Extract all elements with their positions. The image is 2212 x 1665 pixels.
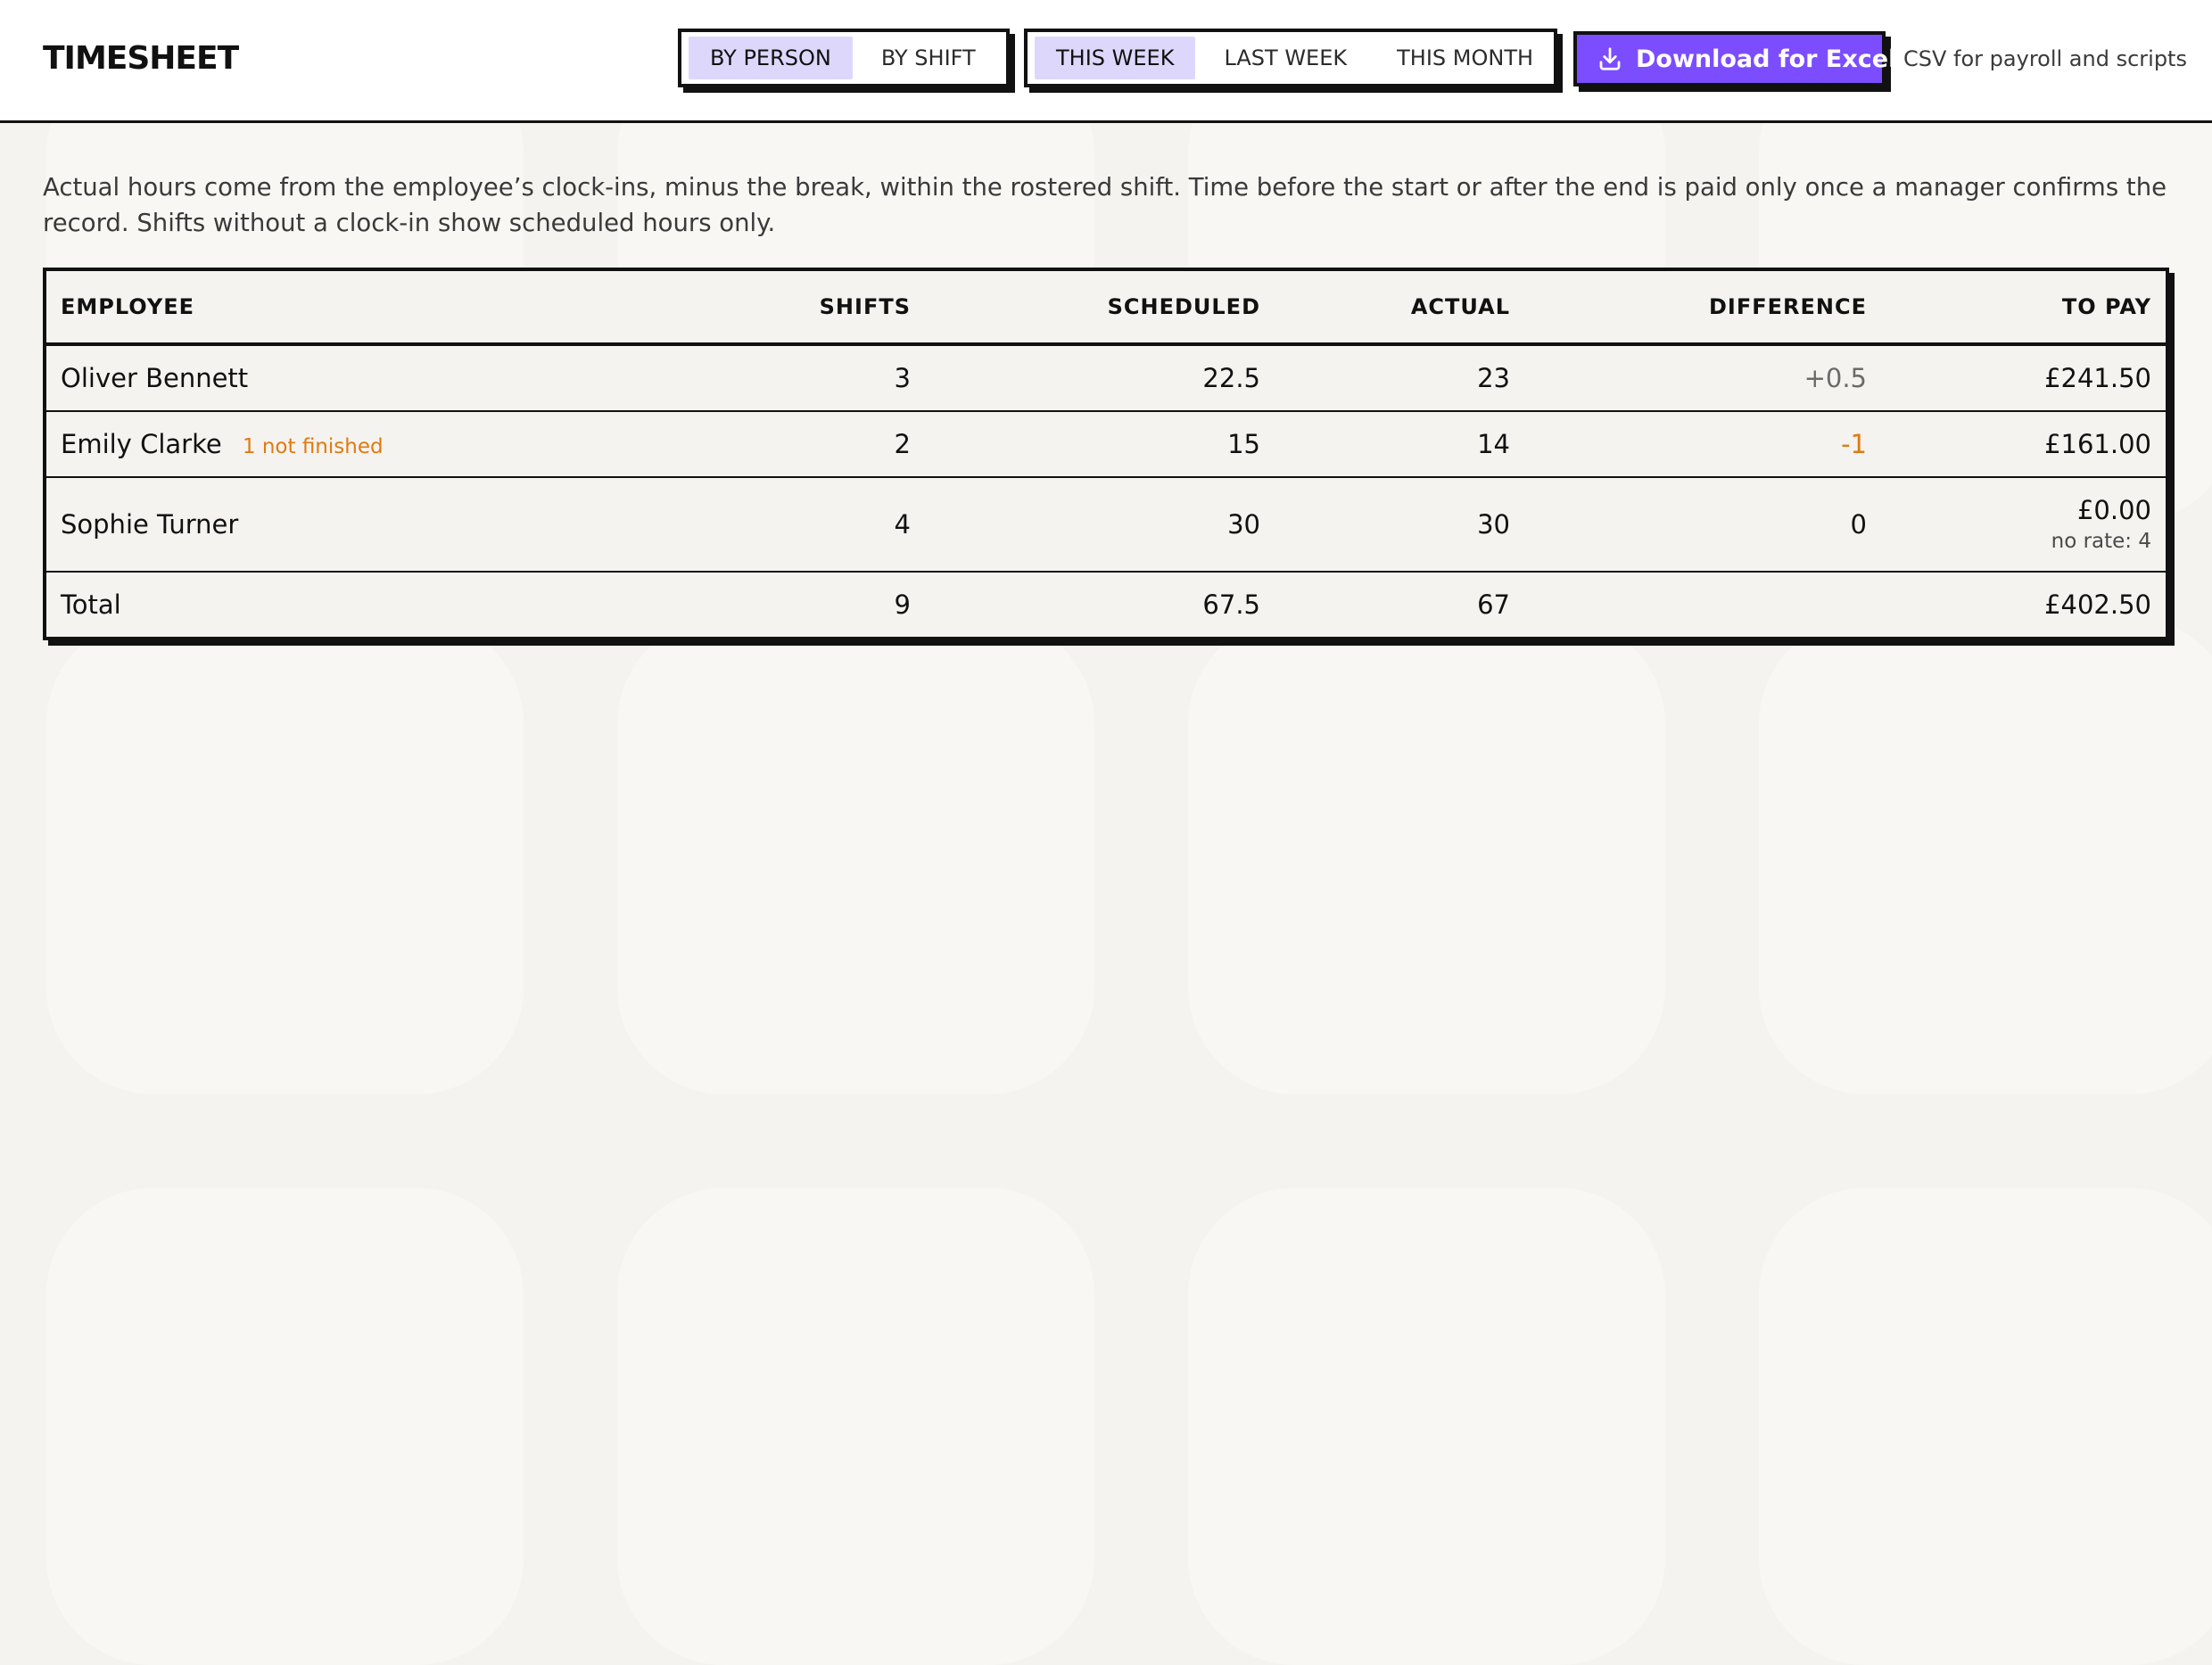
shifts-cell: 2 xyxy=(675,410,925,477)
period-last-week-button[interactable]: LAST WEEK xyxy=(1202,37,1368,79)
total-actual: 67 xyxy=(1275,571,1524,637)
actual-cell: 30 xyxy=(1275,476,1524,572)
employee-cell: Emily Clarke 1 not finished xyxy=(46,410,675,477)
actual-cell: 14 xyxy=(1275,410,1524,477)
to-pay-cell: £241.50 xyxy=(2044,363,2151,393)
no-rate-note: no rate: 4 xyxy=(2051,530,2151,553)
table-row[interactable]: Oliver Bennett 3 22.5 23 +0.5 £241.50 xyxy=(46,344,2166,411)
employee-name: Emily Clarke xyxy=(61,429,222,459)
to-pay-cell: £161.00 xyxy=(1881,410,2166,477)
scheduled-cell: 15 xyxy=(925,410,1275,477)
employee-cell: Oliver Bennett xyxy=(46,344,675,411)
employee-name: Sophie Turner xyxy=(61,509,239,540)
total-shifts: 9 xyxy=(675,571,925,637)
total-scheduled: 67.5 xyxy=(925,571,1275,637)
table-row[interactable]: Sophie Turner 4 30 30 0 £0.00 no rate: 4 xyxy=(46,476,2166,572)
view-by-person-button[interactable]: BY PERSON xyxy=(689,37,853,79)
period-this-month-button[interactable]: THIS MONTH xyxy=(1375,37,1555,79)
difference-cell: 0 xyxy=(1524,476,1881,572)
total-to-pay: £402.50 xyxy=(1881,571,2166,637)
download-hint: CSV for payroll and scripts xyxy=(1903,46,2187,71)
column-header-employee[interactable]: EMPLOYEE xyxy=(46,271,675,346)
column-header-shifts[interactable]: SHIFTS xyxy=(675,271,925,346)
download-excel-button[interactable]: Download for Excel xyxy=(1573,31,1896,87)
table-header-row: EMPLOYEE SHIFTS SCHEDULED ACTUAL DIFFERE… xyxy=(46,271,2166,346)
view-toggle: BY PERSON BY SHIFT xyxy=(678,29,1010,87)
scheduled-cell: 22.5 xyxy=(1202,363,1260,393)
total-label: Total xyxy=(46,571,675,637)
shifts-cell: 4 xyxy=(675,476,925,572)
column-header-actual[interactable]: ACTUAL xyxy=(1275,271,1524,346)
to-pay-amount: £0.00 xyxy=(2076,495,2151,525)
download-icon xyxy=(1597,45,1623,72)
difference-cell: -1 xyxy=(1524,410,1881,477)
not-finished-badge: 1 not finished xyxy=(242,435,384,458)
employee-cell: Sophie Turner xyxy=(46,476,675,572)
column-header-to-pay[interactable]: TO PAY xyxy=(1881,271,2166,346)
to-pay-cell: £0.00 no rate: 4 xyxy=(1881,476,2166,572)
top-bar: TIMESHEET BY PERSON BY SHIFT THIS WEEK L… xyxy=(0,0,2212,123)
actual-cell: 23 xyxy=(1477,363,1510,393)
period-toggle: THIS WEEK LAST WEEK THIS MONTH xyxy=(1024,29,1557,87)
shifts-cell: 3 xyxy=(894,363,911,393)
page-title: TIMESHEET xyxy=(43,40,239,77)
column-header-scheduled[interactable]: SCHEDULED xyxy=(925,271,1275,346)
difference-cell: +0.5 xyxy=(1803,363,1867,393)
table-row[interactable]: Emily Clarke 1 not finished 2 15 14 -1 £… xyxy=(46,410,2166,477)
employee-name: Oliver Bennett xyxy=(61,363,249,393)
scheduled-cell: 30 xyxy=(925,476,1275,572)
period-this-week-button[interactable]: THIS WEEK xyxy=(1035,37,1196,79)
timesheet-table: EMPLOYEE SHIFTS SCHEDULED ACTUAL DIFFERE… xyxy=(43,268,2169,640)
view-by-shift-button[interactable]: BY SHIFT xyxy=(860,37,997,79)
column-header-difference[interactable]: DIFFERENCE xyxy=(1524,271,1881,346)
total-difference xyxy=(1524,571,1881,637)
download-label: Download for Excel xyxy=(1636,45,1897,73)
intro-text: Actual hours come from the employee’s cl… xyxy=(43,173,2167,237)
total-row: Total 9 67.5 67 £402.50 xyxy=(46,571,2166,637)
